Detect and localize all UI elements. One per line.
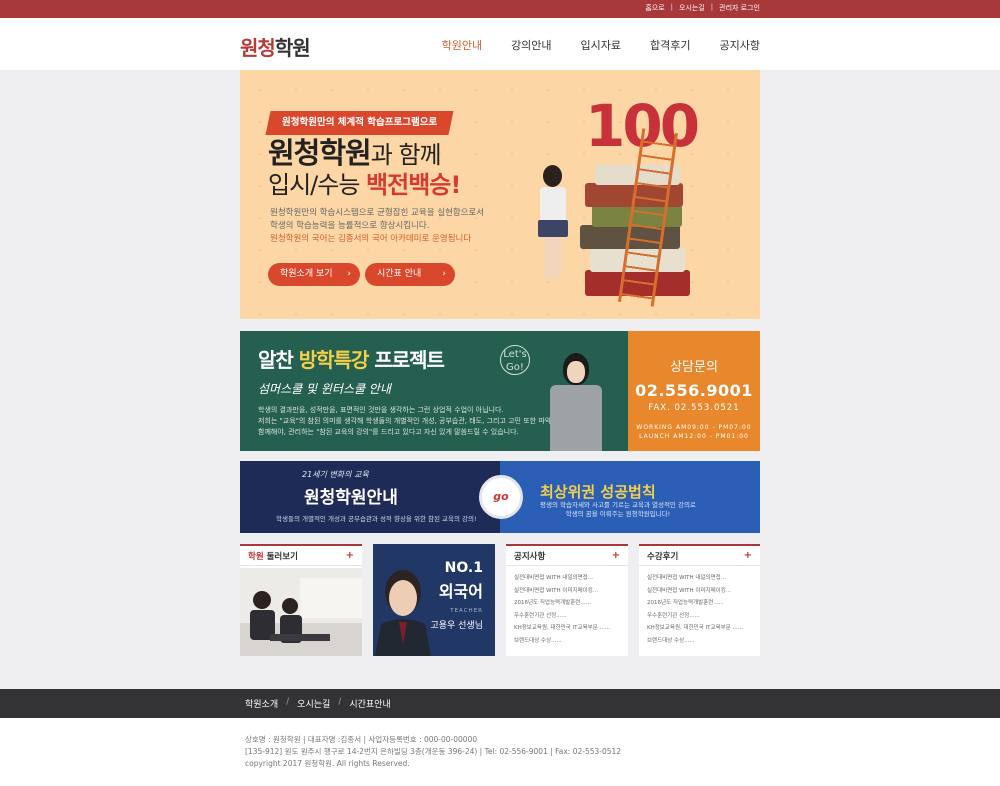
success-description: 평생의 학습자세와 사고를 기르는 교육과 열성적인 강의로 학생의 꿈을 이뤄… bbox=[540, 501, 696, 518]
plus-icon[interactable]: + bbox=[346, 550, 354, 561]
list-item[interactable]: 실전대비면접 WITH 이미지메이킹... bbox=[514, 585, 620, 598]
consultation-box: 상담문의 02.556.9001 FAX. 02.553.0521 WORKIN… bbox=[628, 331, 760, 451]
guide-description: 학생들의 개별적인 개성과 공부습관과 성적 향상을 위한 참된 교육의 강의! bbox=[276, 515, 477, 523]
teacher-box[interactable]: NO.1 외국어 TEACHER 고용우 선생님 bbox=[373, 544, 495, 656]
notice-box: 공지사항 + 실전대비면접 WITH 내일의면접... 실전대비면접 WITH … bbox=[506, 544, 628, 656]
nav-item-about[interactable]: 학원안내 bbox=[442, 37, 482, 53]
guide-kicker: 21세기 변화의 교육 bbox=[302, 470, 369, 479]
separator: / bbox=[338, 697, 342, 707]
review-box: 수강후기 + 실전대비면접 WITH 내일의면접... 실전대비면접 WITH … bbox=[639, 544, 760, 656]
chevron-right-icon: › bbox=[347, 269, 351, 279]
company-info: 상호명 : 원청학원 | 대표자명 :김종서 | 사업자등록번호 : 000-0… bbox=[245, 735, 622, 768]
list-item[interactable]: 브랜드대상 수상...... bbox=[647, 635, 752, 648]
box-header: 공지사항 + bbox=[506, 544, 628, 566]
plus-icon[interactable]: + bbox=[744, 550, 752, 561]
main-nav: 학원안내 강의안내 입시자료 합격후기 공지사항 bbox=[442, 37, 760, 53]
notice-list: 실전대비면접 WITH 내일의면접... 실전대비면접 WITH 이미지메이킹.… bbox=[506, 566, 628, 654]
separator: | bbox=[670, 3, 673, 11]
admin-login-link[interactable]: 관리자 로그인 bbox=[719, 3, 760, 13]
list-item[interactable]: 우수훈련기관 선정...... bbox=[647, 610, 752, 623]
classroom-photo[interactable] bbox=[240, 568, 362, 656]
teacher-label: TEACHER bbox=[450, 608, 483, 614]
teacher-name: 고용우 선생님 bbox=[430, 621, 483, 631]
footer-link-timetable[interactable]: 시간표안내 bbox=[349, 697, 390, 710]
top-links: 홈으로 | 오시는길 | 관리자 로그인 bbox=[645, 3, 760, 13]
list-item[interactable]: KH정보교육원, 대한민국 IT교육부문 ...... bbox=[514, 622, 620, 635]
top-bar: 홈으로 | 오시는길 | 관리자 로그인 bbox=[0, 0, 1000, 18]
chevron-right-icon: › bbox=[442, 269, 446, 279]
success-title: 최상위권 성공법칙 bbox=[540, 483, 656, 501]
list-item[interactable]: 실전대비면접 WITH 내일의면접... bbox=[514, 572, 620, 585]
header: 원청학원 학원안내 강의안내 입시자료 합격후기 공지사항 bbox=[0, 18, 1000, 70]
campus-tour-box: 학원 둘러보기 + bbox=[240, 544, 362, 656]
hero-banner: 원청학원만의 체계적 학습프로그램으로 원청학원과 함께 입시/수능 백전백승!… bbox=[240, 70, 760, 319]
nav-item-courses[interactable]: 강의안내 bbox=[511, 37, 551, 53]
consult-title: 상담문의 bbox=[670, 360, 718, 375]
footer-nav: 학원소개 / 오시는길 / 시간표안내 bbox=[0, 689, 1000, 718]
hero-description: 원청학원만의 학습시스템으로 균형잡힌 교육을 실현함으로서 학생의 학습능력을… bbox=[270, 208, 485, 244]
go-badge: go bbox=[479, 475, 523, 519]
list-item[interactable]: 실전대비면접 WITH 내일의면접... bbox=[647, 572, 752, 585]
tutor-photo bbox=[545, 353, 605, 451]
copyright: copyright 2017 원청학원. All rights Reserved… bbox=[245, 759, 410, 768]
vacation-subtitle: 섬머스쿨 및 윈터스쿨 안내 bbox=[258, 382, 391, 396]
logo-rest: 학원 bbox=[274, 36, 311, 60]
list-item[interactable]: 2016년도 직업능력개발훈련...... bbox=[514, 597, 620, 610]
footer: 상호명 : 원청학원 | 대표자명 :김종서 | 사업자등록번호 : 000-0… bbox=[0, 718, 1000, 786]
home-link[interactable]: 홈으로 bbox=[645, 3, 664, 13]
vacation-course-banner[interactable]: 알찬 방학특강 프로젝트 섬머스쿨 및 윈터스쿨 안내 학생의 결과만을, 성적… bbox=[240, 331, 760, 451]
nav-item-admission[interactable]: 입시자료 bbox=[581, 37, 621, 53]
consult-phone: 02.556.9001 bbox=[635, 381, 753, 400]
plus-icon[interactable]: + bbox=[612, 550, 620, 561]
footer-link-about[interactable]: 학원소개 bbox=[245, 697, 278, 710]
consult-hours: WORKING AM09:00 - PM07:00 LAUNCH AM12:00… bbox=[636, 424, 752, 440]
teacher-rank: NO.1 bbox=[444, 560, 483, 576]
separator: | bbox=[710, 3, 714, 11]
teacher-subject: 외국어 bbox=[438, 582, 483, 601]
nav-item-notice[interactable]: 공지사항 bbox=[720, 37, 760, 53]
list-item[interactable]: 브랜드대상 수상...... bbox=[514, 635, 620, 648]
list-item[interactable]: KH정보교육원, 대한민국 IT교육부문 ...... bbox=[647, 622, 752, 635]
review-list: 실전대비면접 WITH 내일의면접... 실전대비면접 WITH 이미지메이킹.… bbox=[639, 566, 760, 654]
hero-subheadline: 입시/수능 백전백승! bbox=[268, 171, 461, 199]
logo[interactable]: 원청학원 bbox=[240, 32, 311, 61]
nav-item-reviews[interactable]: 합격후기 bbox=[650, 37, 690, 53]
consult-fax: FAX. 02.553.0521 bbox=[648, 403, 740, 413]
guide-title: 원청학원안내 bbox=[304, 488, 398, 508]
list-item[interactable]: 실전대비면접 WITH 이미지메이킹... bbox=[647, 585, 752, 598]
lets-go-doodle: Let's Go! bbox=[500, 345, 530, 375]
logo-accent: 원청 bbox=[240, 36, 276, 60]
list-item[interactable]: 2016년도 직업능력개발훈련...... bbox=[647, 597, 752, 610]
timetable-button[interactable]: 시간표 안내 › bbox=[365, 263, 455, 286]
separator: / bbox=[286, 697, 290, 707]
vacation-title: 알찬 방학특강 프로젝트 bbox=[258, 348, 445, 372]
footer-link-directions[interactable]: 오시는길 bbox=[297, 697, 330, 710]
list-item[interactable]: 우수훈련기관 선정...... bbox=[514, 610, 620, 623]
vacation-text: 학생의 결과만을, 성적만을, 표면적인 것만을 생각하는 그런 상업적 수업이… bbox=[258, 406, 560, 436]
info-boxes: 학원 둘러보기 + NO.1 외국어 TEACHER 고용우 선생님 공지사항 … bbox=[240, 544, 760, 656]
about-button[interactable]: 학원소개 보기 › bbox=[268, 263, 360, 286]
box-header: 수강후기 + bbox=[639, 544, 760, 566]
academy-guide-banner[interactable]: 21세기 변화의 교육 원청학원안내 학생들의 개별적인 개성과 공부습관과 성… bbox=[240, 461, 760, 533]
box-header: 학원 둘러보기 + bbox=[240, 544, 362, 566]
directions-link[interactable]: 오시는길 bbox=[679, 3, 705, 13]
